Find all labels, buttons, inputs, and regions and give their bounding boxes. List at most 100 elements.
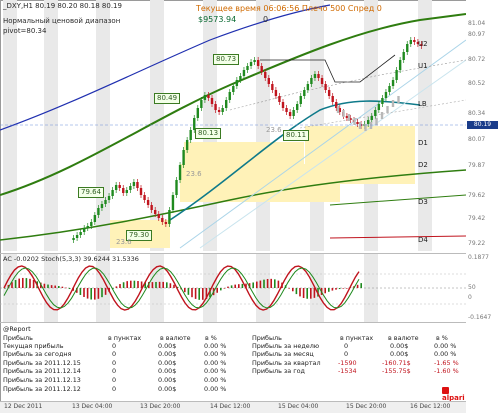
ac-bar <box>126 281 128 288</box>
report-cell: 0.00 % <box>434 350 457 358</box>
candle-body <box>288 112 292 116</box>
fib-label: 23.6 <box>186 170 202 178</box>
candle-body <box>406 44 409 52</box>
report-cell: 0.00$ <box>158 359 177 367</box>
ac-bar <box>97 288 100 299</box>
report-cell: 0.00$ <box>158 376 177 384</box>
candle-body <box>200 100 203 108</box>
report-row-label: Прибыль за 2011.12.12 <box>3 385 81 393</box>
report-cell: 0 <box>344 342 349 350</box>
report-cell: 0.00$ <box>158 350 177 358</box>
ac-bar <box>162 281 164 288</box>
price-box: 80.13 <box>195 128 222 139</box>
time-tick: 12 Dec 2011 <box>4 403 43 410</box>
price-chart[interactable] <box>0 0 466 251</box>
ac-bar <box>360 283 362 288</box>
projection-candle <box>369 122 373 129</box>
ac-bar <box>241 283 244 288</box>
price-tick: 80.07 <box>468 136 486 143</box>
projection-candle <box>336 106 340 113</box>
report-header: Прибыль <box>3 334 33 342</box>
ac-bar <box>356 284 359 288</box>
candle-body <box>260 66 263 72</box>
ac-bar <box>61 286 64 288</box>
candle-body <box>203 95 207 100</box>
ac-bar <box>155 281 157 288</box>
ac-bar <box>263 279 265 288</box>
candle-body <box>320 78 324 84</box>
level-d3-label: D3 <box>418 198 428 206</box>
report-cell: 0.00 % <box>204 342 227 350</box>
candle-body <box>381 98 384 104</box>
candle-body <box>228 92 231 100</box>
report-row-label: Прибыль за неделю <box>252 342 320 350</box>
ac-bar <box>133 280 136 288</box>
ac-bar <box>104 288 107 295</box>
candle-body <box>136 182 139 188</box>
indicator-window[interactable] <box>0 253 466 323</box>
time-axis[interactable]: 12 Dec 2011 13 Dec 04:00 13 Dec 20:00 14… <box>0 401 466 413</box>
candle-body <box>292 110 295 116</box>
alpari-logo-icon <box>442 386 449 394</box>
report-header: в пунктах <box>340 334 374 342</box>
ac-bar <box>115 286 118 288</box>
candle-body <box>402 52 405 60</box>
price-tick: 80.97 <box>468 31 486 38</box>
ac-bar <box>47 284 49 288</box>
candle-body <box>306 84 310 90</box>
candle-body <box>391 80 395 86</box>
ac-bar <box>187 288 190 295</box>
candle-body <box>178 165 182 180</box>
candle-body <box>210 98 214 104</box>
candle-body <box>161 218 164 222</box>
candle-body <box>104 200 107 204</box>
candle-body <box>97 208 100 215</box>
report-row-label: Текущая прибыль <box>3 342 64 350</box>
report-cell: 0 <box>112 350 117 358</box>
candle-body <box>157 214 160 218</box>
report-cell: 0 <box>112 385 117 393</box>
projection-candle <box>380 112 384 119</box>
price-tick: 80.72 <box>468 56 486 63</box>
candle-body <box>377 104 381 110</box>
candle-body <box>296 104 299 110</box>
ac-bar <box>270 278 272 288</box>
candle-body <box>267 78 270 84</box>
report-cell: 0.00$ <box>158 385 177 393</box>
level-d1-label: D1 <box>418 139 428 147</box>
candle-body <box>139 188 143 195</box>
ac-bar <box>295 288 298 295</box>
price-tick: 79.22 <box>468 240 486 247</box>
report-cell: -160.71$ <box>382 359 411 367</box>
ac-bar <box>83 288 85 297</box>
report-cell: 0.00$ <box>158 367 177 375</box>
ac-bar <box>130 280 132 288</box>
projection-candle <box>342 110 345 117</box>
ac-bar <box>346 287 348 289</box>
ac-bar <box>328 288 330 292</box>
ac-bar <box>259 280 262 288</box>
candle-body <box>232 86 235 92</box>
report-panel: @Report Прибыль в пунктах в валюте в % Т… <box>0 324 466 402</box>
time-tick: 13 Dec 20:00 <box>140 403 181 410</box>
ac-bar <box>335 288 337 290</box>
report-header: в валюте <box>388 334 419 342</box>
ac-bar <box>274 279 276 288</box>
ac-bar <box>342 288 344 289</box>
candle-body <box>171 195 175 210</box>
ac-bar <box>137 281 139 288</box>
report-cell: 0 <box>112 359 117 367</box>
level-d4-line <box>329 235 466 239</box>
level-u1-label: U1 <box>418 62 428 70</box>
report-header: Прибыль <box>252 334 282 342</box>
price-tick: 80.52 <box>468 80 486 87</box>
projection-candle <box>386 106 389 113</box>
ac-bar <box>151 282 154 288</box>
report-cell: 0.00 % <box>204 359 227 367</box>
report-header: в пунктах <box>108 334 142 342</box>
report-cell: -155.75$ <box>382 367 411 375</box>
candle-body <box>356 122 359 124</box>
indicator-svg <box>0 254 466 322</box>
ac-bar <box>58 286 60 288</box>
report-cell: -1534 <box>338 367 357 375</box>
